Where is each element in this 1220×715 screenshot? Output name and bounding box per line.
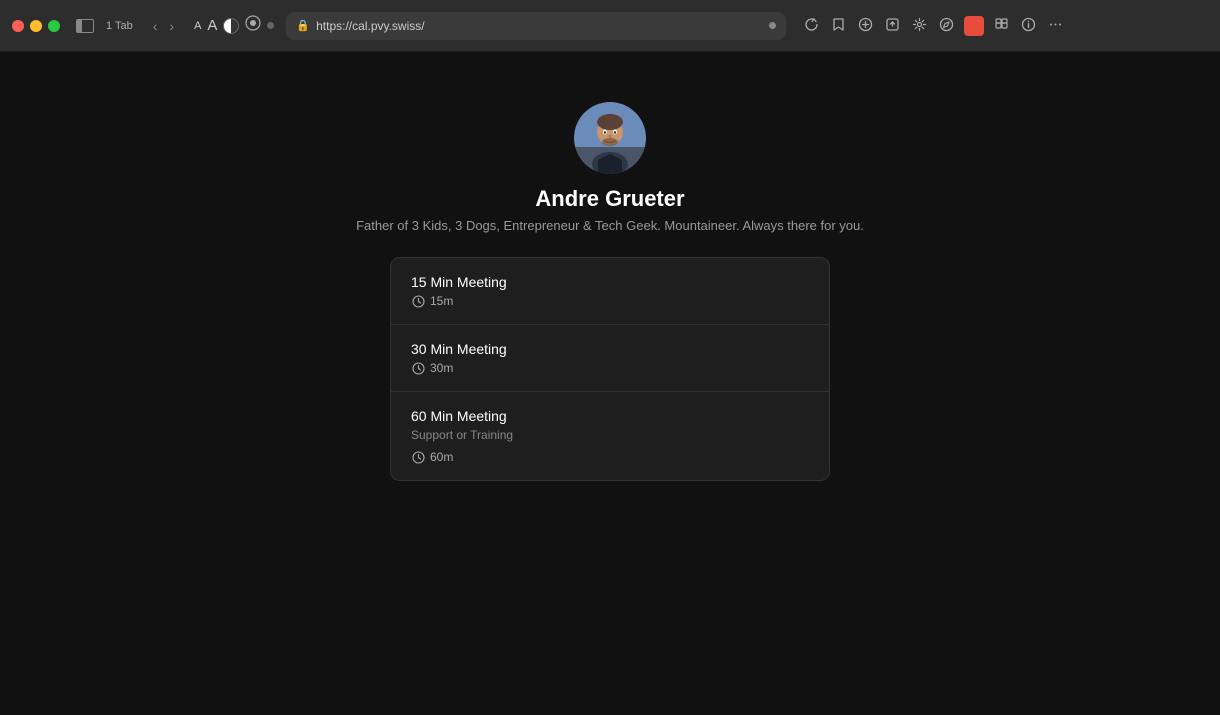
meeting-title-15min: 15 Min Meeting bbox=[411, 274, 809, 290]
nav-arrows: ‹ › bbox=[149, 16, 178, 36]
font-small-icon[interactable]: A bbox=[194, 20, 201, 32]
meeting-item-30min[interactable]: 30 Min Meeting 30m bbox=[391, 324, 829, 391]
reader-mode-icon[interactable] bbox=[245, 15, 261, 36]
tracking-icon bbox=[267, 22, 274, 29]
font-large-icon[interactable]: A bbox=[207, 17, 217, 34]
minimize-button[interactable] bbox=[30, 20, 42, 32]
meeting-title-30min: 30 Min Meeting bbox=[411, 341, 809, 357]
tab-area: 1 Tab bbox=[106, 20, 133, 32]
profile-name: Andre Grueter bbox=[535, 186, 684, 212]
reload-icon[interactable] bbox=[802, 15, 821, 37]
clock-icon-60min bbox=[411, 450, 425, 464]
lock-icon: 🔒 bbox=[296, 19, 310, 32]
meetings-container: 15 Min Meeting 15m 30 Min Meeting bbox=[390, 257, 830, 481]
tab-count: 1 Tab bbox=[106, 20, 133, 32]
url-bar[interactable]: 🔒 https://cal.pvy.swiss/ bbox=[286, 12, 786, 40]
extensions-icon[interactable] bbox=[992, 15, 1011, 37]
info-icon[interactable] bbox=[1019, 15, 1038, 37]
clock-icon-30min bbox=[411, 361, 425, 375]
share-icon[interactable] bbox=[883, 15, 902, 37]
extension-icon[interactable] bbox=[964, 16, 984, 36]
navigation-icon[interactable] bbox=[937, 15, 956, 37]
profile-bio: Father of 3 Kids, 3 Dogs, Entrepreneur &… bbox=[356, 218, 864, 233]
traffic-lights bbox=[12, 20, 60, 32]
browser-chrome: 1 Tab ‹ › A A 🔒 https://cal.pvy.swiss/ bbox=[0, 0, 1220, 52]
sidebar-toggle-icon[interactable] bbox=[76, 19, 94, 33]
meeting-title-60min: 60 Min Meeting bbox=[411, 408, 809, 424]
more-options-icon[interactable] bbox=[1046, 15, 1065, 37]
new-tab-icon[interactable] bbox=[856, 15, 875, 37]
avatar bbox=[574, 102, 646, 174]
profile-section: Andre Grueter Father of 3 Kids, 3 Dogs, … bbox=[356, 102, 864, 233]
close-button[interactable] bbox=[12, 20, 24, 32]
clock-icon-15min bbox=[411, 294, 425, 308]
bookmark-icon[interactable] bbox=[829, 15, 848, 37]
meeting-duration-60min: 60m bbox=[411, 450, 809, 464]
meeting-item-60min[interactable]: 60 Min Meeting Support or Training 60m bbox=[391, 391, 829, 480]
url-text: https://cal.pvy.swiss/ bbox=[316, 19, 759, 33]
settings-icon[interactable] bbox=[910, 15, 929, 37]
font-controls: A A bbox=[194, 15, 274, 36]
browser-actions bbox=[802, 15, 1065, 37]
url-dot bbox=[769, 22, 776, 29]
meeting-item-15min[interactable]: 15 Min Meeting 15m bbox=[391, 258, 829, 324]
meeting-duration-15min: 15m bbox=[411, 294, 809, 308]
meeting-duration-30min: 30m bbox=[411, 361, 809, 375]
contrast-icon[interactable] bbox=[223, 18, 239, 34]
meeting-subtitle-60min: Support or Training bbox=[411, 428, 809, 442]
back-arrow-icon[interactable]: ‹ bbox=[149, 16, 162, 36]
main-content: Andre Grueter Father of 3 Kids, 3 Dogs, … bbox=[0, 52, 1220, 715]
fullscreen-button[interactable] bbox=[48, 20, 60, 32]
forward-arrow-icon[interactable]: › bbox=[165, 16, 178, 36]
